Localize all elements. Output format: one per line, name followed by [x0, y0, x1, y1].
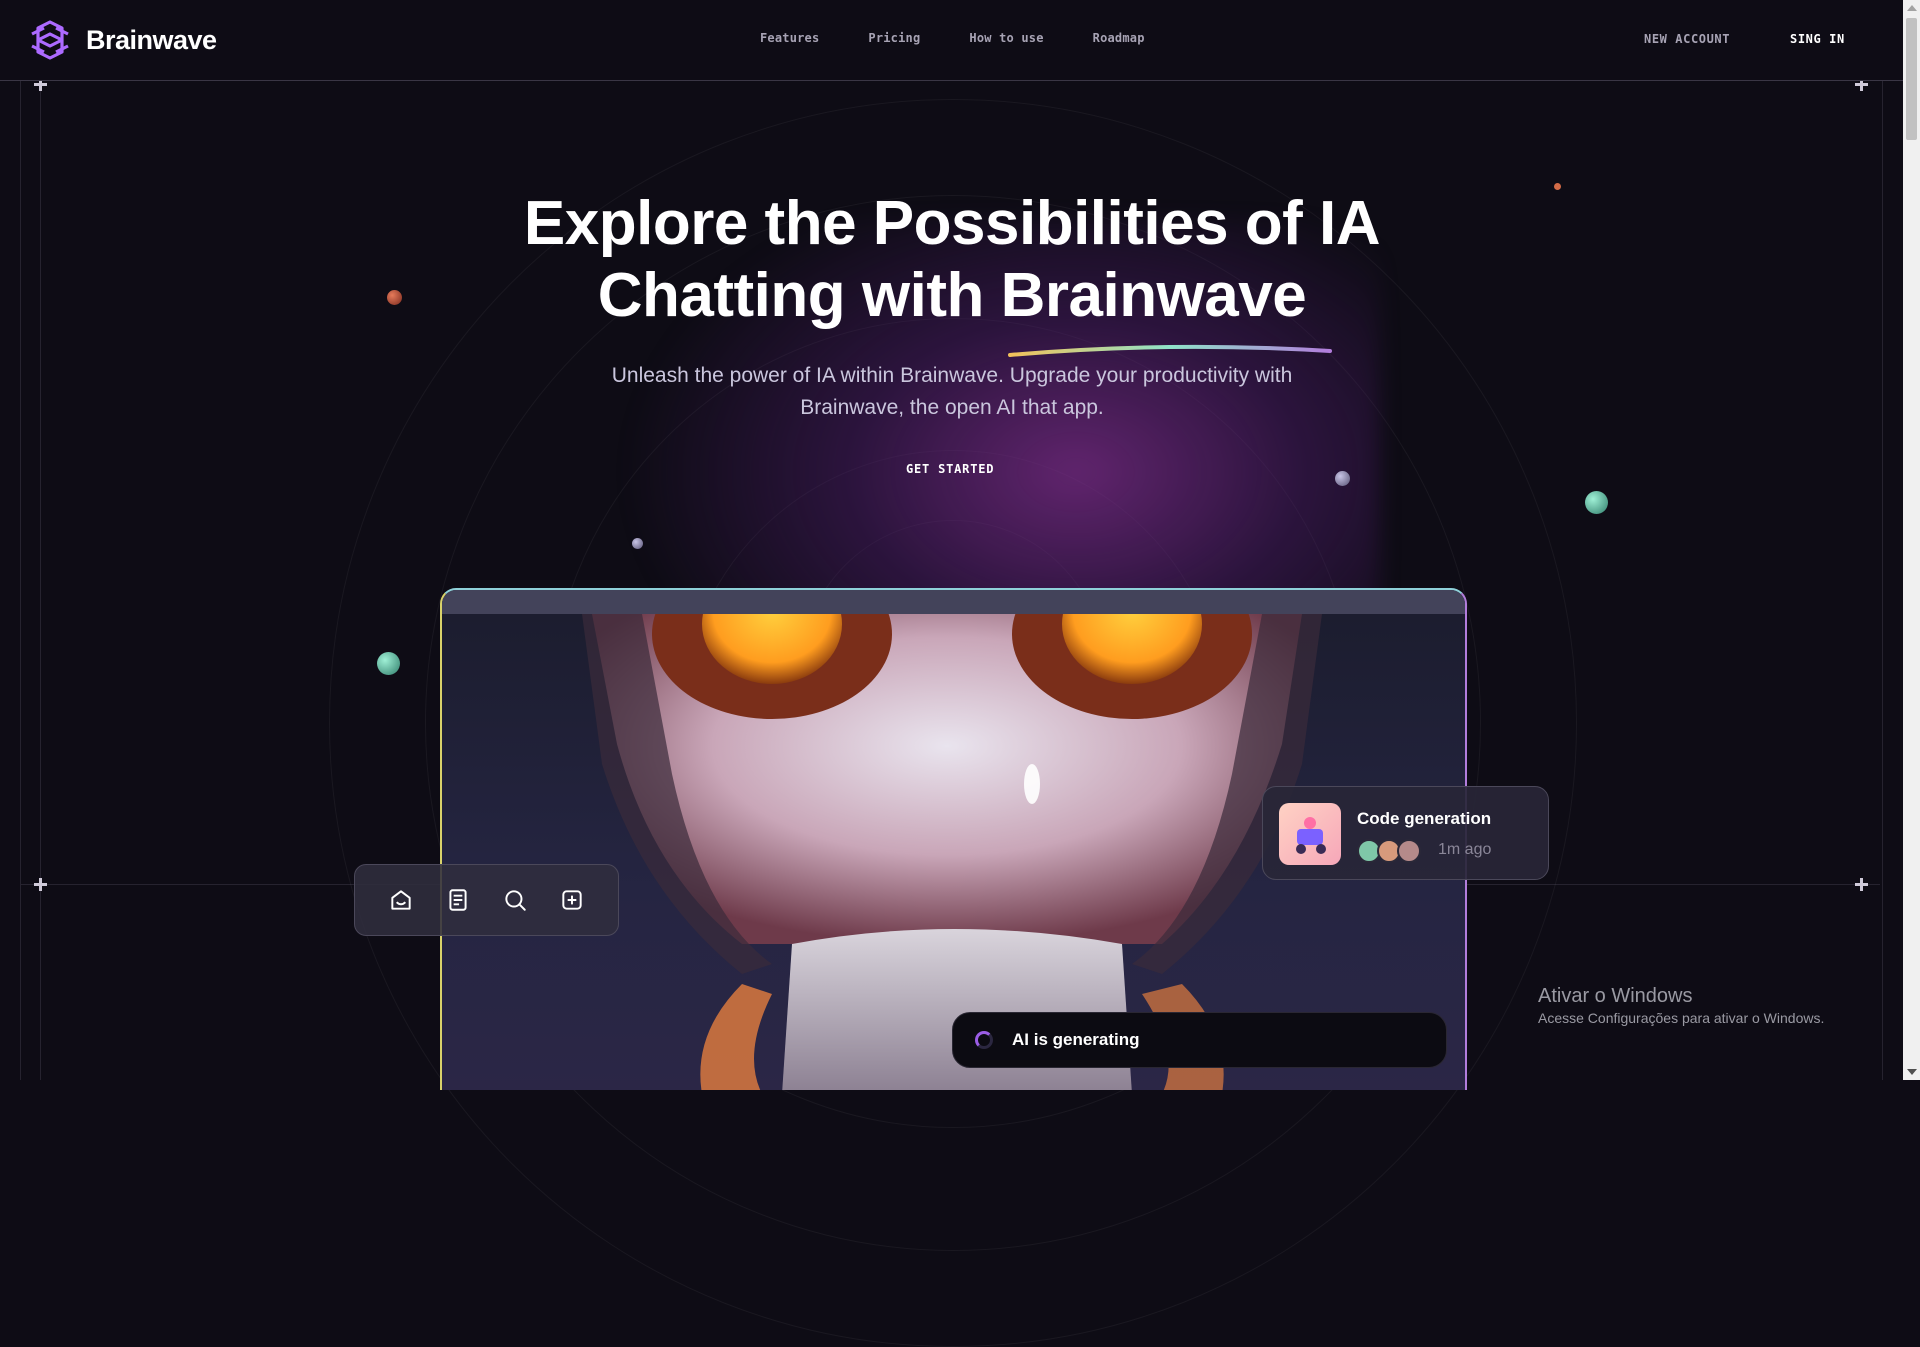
brand-name: Brainwave	[86, 24, 217, 55]
sign-in-button[interactable]: SING IN	[1790, 32, 1845, 46]
plus-marker-icon	[34, 878, 47, 891]
avatar	[1397, 839, 1421, 863]
floating-orb	[632, 538, 643, 549]
main-nav: Features Pricing How to use Roadmap	[760, 31, 1145, 45]
search-icon[interactable]	[502, 887, 528, 913]
hero-title-line1: Explore the Possibilities of IA	[523, 189, 1381, 258]
robot-vehicle-icon	[1296, 817, 1326, 854]
plus-marker-icon	[1855, 878, 1868, 891]
nav-pricing[interactable]: Pricing	[868, 31, 920, 45]
floating-orb	[1554, 183, 1561, 190]
frame-line-left-outer	[20, 80, 21, 1080]
frame-line-right	[1882, 80, 1883, 1080]
frame-line-left-inner	[40, 80, 41, 1080]
notification-time: 1m ago	[1438, 841, 1492, 858]
home-icon[interactable]	[388, 887, 414, 913]
add-square-icon[interactable]	[559, 887, 585, 913]
brand-logo[interactable]: Brainwave	[28, 18, 217, 62]
title-underline-decoration	[1008, 344, 1332, 357]
hero-subtitle: Unleash the power of IA within Brainwave…	[611, 364, 1293, 419]
page-scrollbar[interactable]	[1903, 0, 1920, 1080]
nav-how-to-use[interactable]: How to use	[969, 31, 1043, 45]
showcase-top-bar	[442, 590, 1465, 614]
scrollbar-thumb[interactable]	[1906, 18, 1917, 140]
ai-generating-label: AI is generating	[1012, 1030, 1140, 1049]
hero-title: Explore the Possibilities of IA Chatting…	[400, 188, 1504, 332]
code-generation-card[interactable]: Code generation 1m ago	[1262, 786, 1549, 880]
new-account-link[interactable]: NEW ACCOUNT	[1644, 32, 1730, 46]
scroll-down-arrow-icon[interactable]	[1907, 1069, 1917, 1075]
avatar-group	[1357, 839, 1421, 863]
windows-activation-watermark: Ativar o Windows Acesse Configurações pa…	[1538, 985, 1824, 1026]
document-icon[interactable]	[445, 887, 471, 913]
nav-roadmap[interactable]: Roadmap	[1093, 31, 1145, 45]
site-header: Brainwave Features Pricing How to use Ro…	[0, 0, 1903, 81]
floating-toolbar	[354, 864, 619, 936]
loading-spinner-icon	[975, 1031, 993, 1049]
nav-features[interactable]: Features	[760, 31, 819, 45]
hero-title-highlight: Brainwave	[1000, 261, 1307, 330]
notification-thumbnail	[1279, 803, 1341, 865]
watermark-subtitle: Acesse Configurações para ativar o Windo…	[1538, 1010, 1825, 1026]
brainwave-logo-icon	[31, 20, 69, 60]
floating-orb	[1585, 491, 1608, 514]
watermark-title: Ativar o Windows	[1538, 985, 1693, 1007]
ai-generating-status: AI is generating	[952, 1012, 1447, 1068]
floating-orb	[377, 652, 400, 675]
notification-title: Code generation	[1357, 809, 1492, 828]
get-started-button[interactable]: GET STARTED	[906, 462, 994, 476]
hero-title-line2: Chatting with	[597, 261, 1001, 330]
scroll-up-arrow-icon[interactable]	[1907, 5, 1917, 11]
floating-orb	[1335, 471, 1350, 486]
